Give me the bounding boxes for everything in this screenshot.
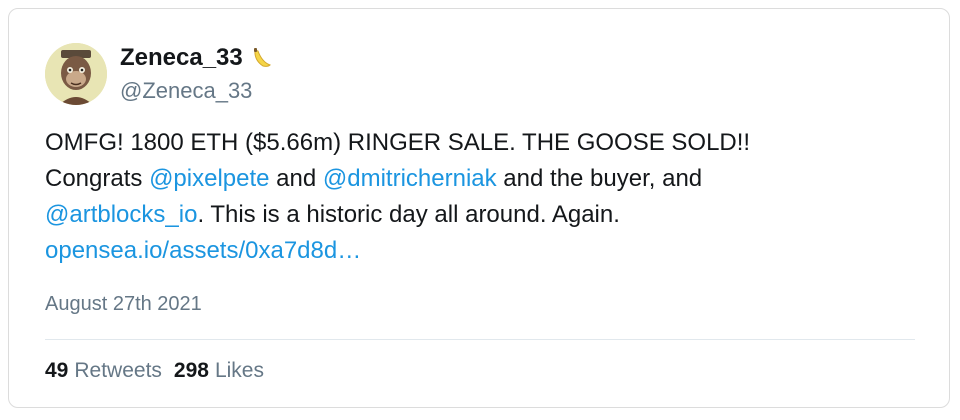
avatar[interactable] [45, 43, 107, 105]
banana-icon [249, 46, 273, 70]
opensea-url-link[interactable]: opensea.io/assets/0xa7d8d… [45, 237, 361, 264]
divider [45, 339, 915, 340]
tweet-line-3: @artblocks_io. This is a historic day al… [45, 197, 925, 233]
mention-pixelpete-link[interactable]: @pixelpete [149, 165, 269, 192]
text-segment: . This is a historic day all around. Aga… [197, 201, 620, 228]
tweet-date[interactable]: August 27th 2021 [45, 293, 202, 316]
tweet-text: OMFG! 1800 ETH ($5.66m) RINGER SALE. THE… [45, 125, 925, 269]
likes-count: 298 [173, 359, 209, 382]
retweets-count: 49 [45, 359, 69, 382]
retweets-stat[interactable]: 49 Retweets [45, 359, 162, 383]
tweet-line-2: Congrats @pixelpete and @dmitricherniak … [45, 161, 925, 197]
tweet-stats: 49 Retweets 298 Likes [45, 359, 264, 383]
retweets-label: Retweets [74, 359, 162, 382]
tweet-line-4: opensea.io/assets/0xa7d8d… [45, 233, 925, 269]
mention-artblocks-link[interactable]: @artblocks_io [45, 201, 197, 228]
mention-dmitricherniak-link[interactable]: @dmitricherniak [323, 165, 497, 192]
text-segment: and the buyer, and [496, 165, 703, 192]
tweet-line-1: OMFG! 1800 ETH ($5.66m) RINGER SALE. THE… [45, 129, 751, 156]
ape-avatar-icon [45, 43, 107, 105]
text-segment: Congrats [45, 165, 150, 192]
tweet-card: Zeneca_33 @Zeneca_33 OMFG! 1800 ETH ($5.… [8, 8, 950, 408]
likes-stat[interactable]: 298 Likes [174, 359, 264, 383]
author-handle[interactable]: @Zeneca_33 [120, 78, 252, 104]
display-name[interactable]: Zeneca_33 [120, 44, 243, 72]
author-name-row: Zeneca_33 [120, 41, 273, 75]
text-segment: and [269, 165, 323, 192]
likes-label: Likes [214, 359, 264, 382]
